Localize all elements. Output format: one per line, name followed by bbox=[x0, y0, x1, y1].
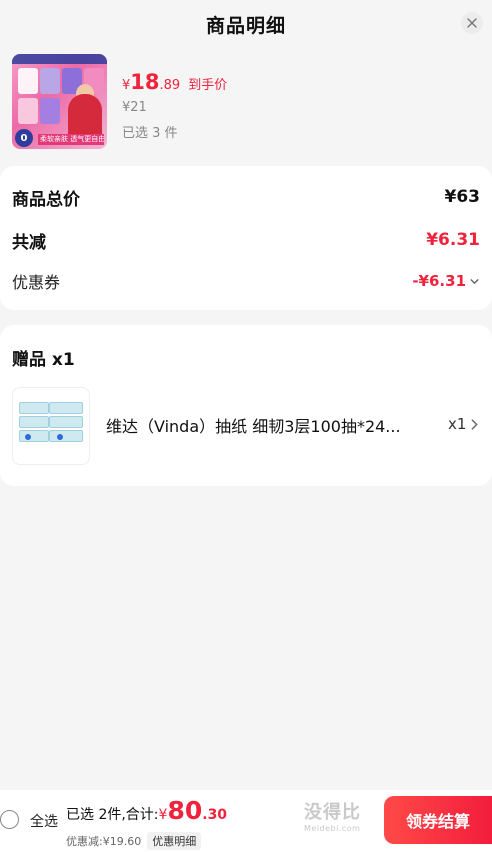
page-title: 商品明细 bbox=[205, 14, 286, 37]
tissue-pack bbox=[19, 402, 49, 414]
thumb-banner: 柔软亲肤 透气更自由 bbox=[38, 134, 104, 145]
total-decimal: .30 bbox=[202, 807, 228, 823]
checkout-bar: 全选 已选 2件,合计: ¥ 80 .30 优惠减:¥19.60 优惠明细 没得… bbox=[0, 790, 492, 852]
header: 商品明细 bbox=[0, 0, 492, 48]
price-tag: 到手价 bbox=[188, 78, 228, 93]
thumb-pack bbox=[40, 98, 60, 124]
close-icon bbox=[467, 18, 477, 28]
tissue-pack bbox=[49, 402, 83, 414]
price-integer: 18 bbox=[130, 70, 160, 94]
product-row: 0 柔软亲肤 透气更自由 ¥ 18 .89 到手价 ¥21 已选 3 件 bbox=[12, 54, 482, 154]
tissue-pack bbox=[19, 430, 49, 442]
watermark-url: Meidebi.com bbox=[304, 824, 361, 833]
thumb-badge: 0 bbox=[15, 129, 33, 147]
select-all-radio[interactable] bbox=[0, 810, 19, 829]
gift-image bbox=[12, 387, 90, 465]
price-decimal: .89 bbox=[159, 78, 181, 93]
gift-item-quantity: x1 bbox=[448, 415, 479, 433]
vinda-logo-icon bbox=[25, 434, 31, 440]
gift-title: 赠品 x1 bbox=[12, 350, 75, 370]
gift-qty-text: x1 bbox=[448, 415, 467, 433]
tissue-pack bbox=[19, 416, 49, 428]
thumb-pack bbox=[40, 68, 60, 94]
watermark-logo: 没得比 bbox=[304, 802, 361, 823]
total-price-label: 商品总价 bbox=[12, 189, 80, 210]
discount-detail-button[interactable]: 优惠明细 bbox=[147, 832, 202, 850]
vinda-logo-icon bbox=[57, 434, 63, 440]
price-currency: ¥ bbox=[122, 78, 131, 93]
thumb-pack bbox=[18, 98, 38, 124]
chevron-down-icon bbox=[470, 278, 479, 284]
selected-count: 已选 3 件 bbox=[122, 126, 178, 141]
select-all-label[interactable]: 全选 bbox=[30, 811, 58, 831]
coupon-row[interactable]: 优惠券 -¥6.31 bbox=[12, 269, 480, 293]
discount-amount: 优惠减:¥19.60 bbox=[66, 835, 142, 848]
chevron-right-icon bbox=[472, 418, 479, 430]
reduce-label: 共减 bbox=[12, 232, 46, 253]
coupon-label: 优惠券 bbox=[12, 273, 61, 292]
gift-card: 赠品 x1 维达（Vinda）抽纸 细韧3层100抽*24... x1 bbox=[0, 325, 492, 486]
reduce-row: 共减 ¥6.31 bbox=[12, 228, 480, 253]
discount-line: 优惠减:¥19.60 优惠明细 bbox=[66, 832, 202, 850]
order-total: 已选 2件,合计: ¥ 80 .30 bbox=[66, 798, 227, 824]
coupon-value: -¥6.31 bbox=[412, 272, 466, 290]
total-prefix: 已选 2件,合计: bbox=[66, 807, 159, 823]
final-price: ¥ 18 .89 到手价 bbox=[122, 70, 227, 94]
tissue-pack bbox=[49, 416, 83, 428]
thumb-banner-text: 柔软亲肤 透气更自由 bbox=[40, 135, 104, 143]
gift-item[interactable]: 维达（Vinda）抽纸 细韧3层100抽*24... x1 bbox=[12, 387, 482, 467]
checkout-button[interactable]: 领券结算 bbox=[384, 796, 492, 844]
gift-item-name: 维达（Vinda）抽纸 细韧3层100抽*24... bbox=[106, 417, 401, 436]
watermark: 没得比 Meidebi.com bbox=[304, 798, 361, 833]
total-integer: 80 bbox=[167, 796, 203, 825]
price-summary-card: 商品总价 ¥63 共减 ¥6.31 优惠券 -¥6.31 bbox=[0, 166, 492, 310]
close-button[interactable] bbox=[461, 12, 483, 34]
total-currency: ¥ bbox=[158, 807, 168, 823]
thumb-stripe bbox=[12, 54, 107, 64]
original-price: ¥21 bbox=[122, 100, 147, 115]
total-price-value: ¥63 bbox=[444, 187, 481, 207]
product-image[interactable]: 0 柔软亲肤 透气更自由 bbox=[12, 54, 107, 149]
reduce-value: ¥6.31 bbox=[426, 230, 480, 250]
coupon-value-group[interactable]: -¥6.31 bbox=[412, 272, 480, 290]
thumb-pack bbox=[18, 68, 38, 94]
tissue-pack bbox=[49, 430, 83, 442]
total-price-row: 商品总价 ¥63 bbox=[12, 185, 481, 210]
